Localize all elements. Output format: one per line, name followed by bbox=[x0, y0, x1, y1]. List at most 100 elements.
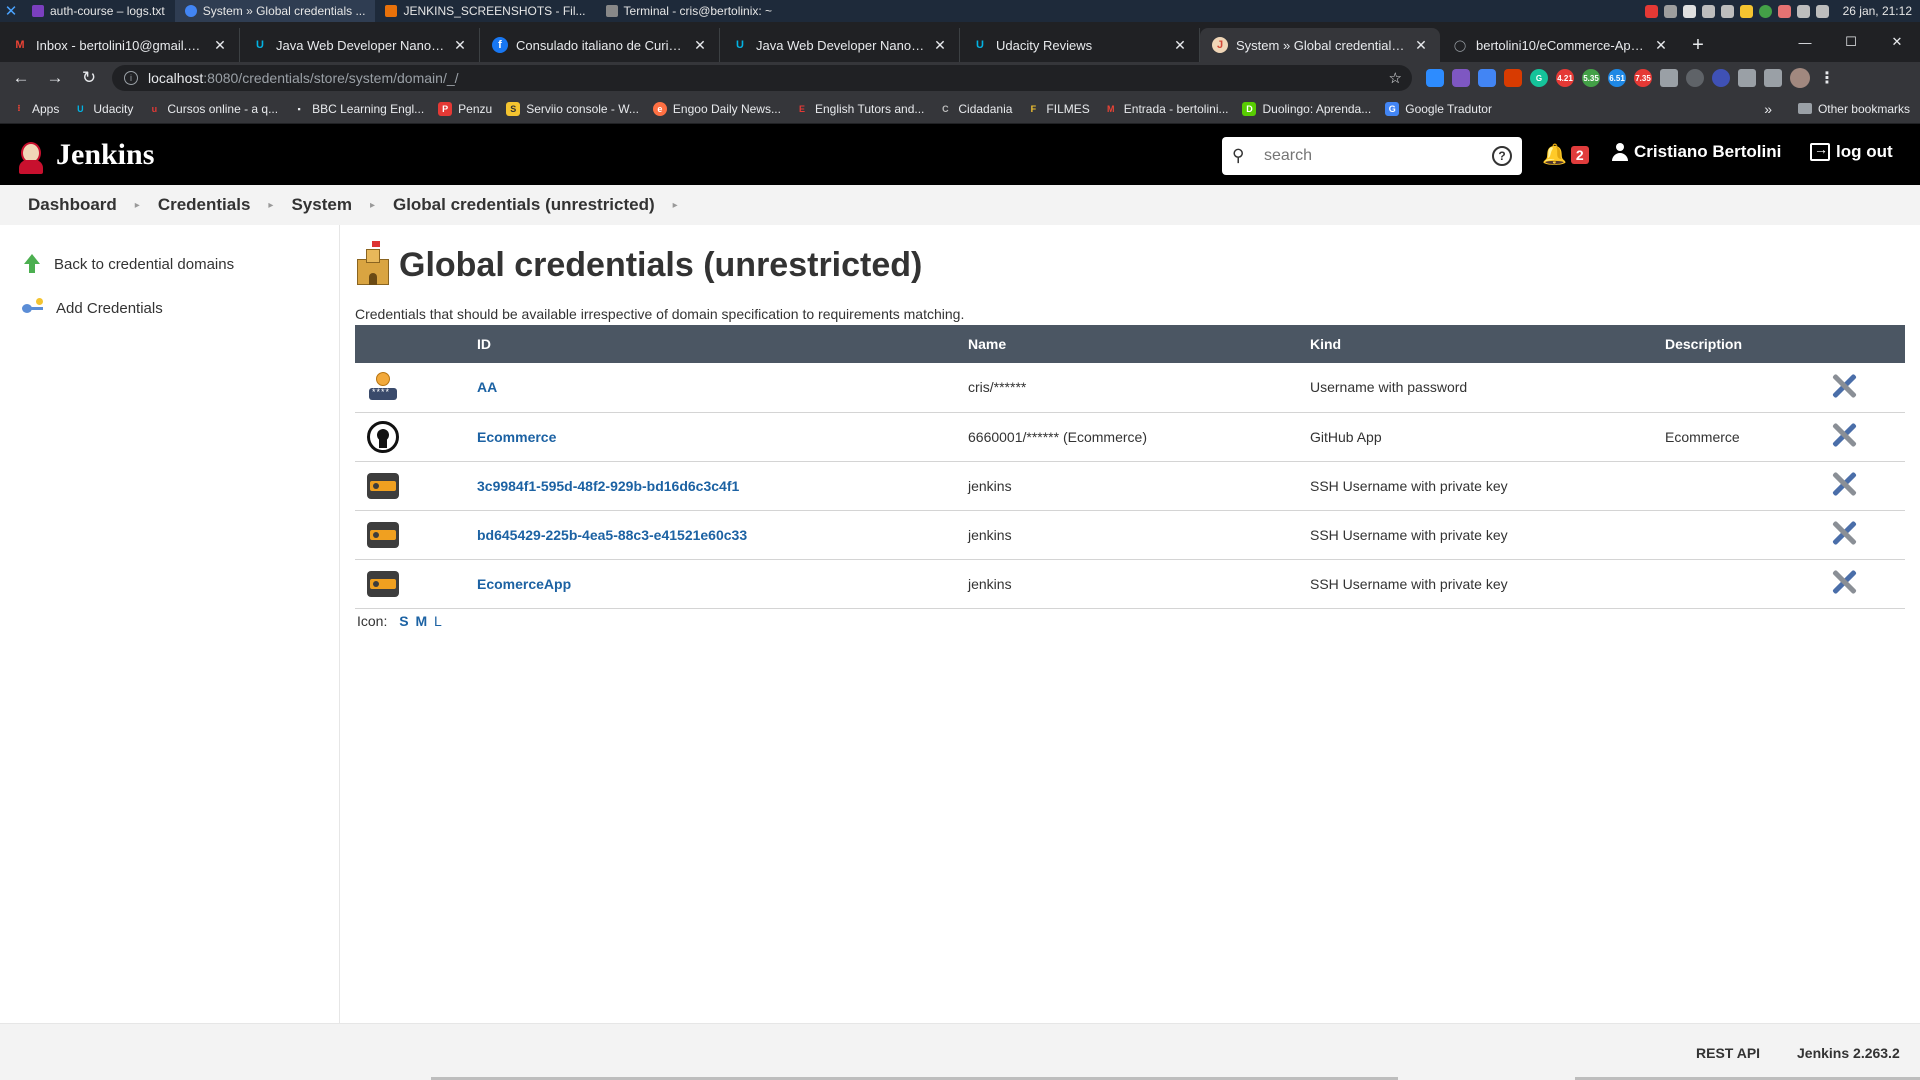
translate-icon[interactable] bbox=[1478, 69, 1496, 87]
breadcrumb-global-credentials[interactable]: Global credentials (unrestricted) bbox=[393, 195, 655, 215]
os-task-0[interactable]: auth-course – logs.txt bbox=[22, 0, 175, 22]
close-icon[interactable]: ✕ bbox=[1173, 37, 1187, 54]
clock[interactable]: 26 jan, 21:12 bbox=[1843, 4, 1912, 18]
col-kind[interactable]: Kind bbox=[1310, 325, 1665, 363]
bookmark-udacity[interactable]: U Udacity bbox=[73, 102, 133, 116]
bookmark-cidadania[interactable]: C Cidadania bbox=[938, 102, 1012, 116]
breadcrumb-credentials[interactable]: Credentials bbox=[158, 195, 251, 215]
os-task-2[interactable]: JENKINS_SCREENSHOTS - Fil... bbox=[375, 0, 595, 22]
check-icon[interactable] bbox=[1758, 4, 1772, 18]
pen-icon[interactable] bbox=[1452, 69, 1470, 87]
bookmark-engoo[interactable]: e Engoo Daily News... bbox=[652, 101, 781, 116]
icon-size-small[interactable]: S bbox=[399, 613, 408, 629]
transfer-icon[interactable] bbox=[1720, 4, 1734, 18]
rating-icon[interactable]: 4.21 bbox=[1556, 69, 1574, 87]
bookmark-penzu[interactable]: P Penzu bbox=[438, 101, 492, 116]
col-description[interactable]: Description bbox=[1665, 325, 1825, 363]
close-icon[interactable]: ✕ bbox=[453, 37, 467, 54]
volume-icon[interactable] bbox=[1796, 4, 1810, 18]
site-info-icon[interactable]: i bbox=[124, 71, 138, 85]
app-menu-icon[interactable]: ✕ bbox=[0, 2, 22, 20]
os-task-3[interactable]: Terminal - cris@bertolinix: ~ bbox=[596, 0, 783, 22]
kebab-menu-icon[interactable]: ⋮ bbox=[1818, 69, 1836, 87]
user-menu[interactable]: Cristiano Bertolini bbox=[1612, 142, 1781, 162]
zoom-icon[interactable] bbox=[1426, 69, 1444, 87]
chevron-right-icon[interactable]: ▸ bbox=[370, 200, 375, 211]
close-icon[interactable]: ✕ bbox=[213, 37, 227, 54]
bookmark-serviio[interactable]: S Serviio console - W... bbox=[506, 101, 639, 116]
settings-icon[interactable] bbox=[1777, 4, 1791, 18]
back-to-domains-link[interactable]: Back to credential domains bbox=[22, 253, 234, 275]
bookmark-cursos[interactable]: u Cursos online - a q... bbox=[147, 102, 278, 116]
close-icon[interactable]: ✕ bbox=[933, 37, 947, 54]
antenna-icon[interactable] bbox=[1686, 69, 1704, 87]
bookmark-star-icon[interactable]: ☆ bbox=[1389, 69, 1402, 87]
mic-icon[interactable] bbox=[1663, 4, 1677, 18]
bookmark-filmes[interactable]: F FILMES bbox=[1026, 102, 1090, 116]
rating-icon[interactable]: 5.35 bbox=[1582, 69, 1600, 87]
icon-size-medium[interactable]: M bbox=[415, 613, 427, 629]
address-bar[interactable]: i localhost :8080/credentials/store/syst… bbox=[112, 65, 1412, 91]
col-name[interactable]: Name bbox=[968, 325, 1310, 363]
tab-github[interactable]: ◯ bertolini10/eCommerce-Application ✕ bbox=[1440, 28, 1680, 62]
grammarly-icon[interactable]: G bbox=[1530, 69, 1548, 87]
breadcrumb-dashboard[interactable]: Dashboard bbox=[28, 195, 117, 215]
configure-tools-icon[interactable] bbox=[1830, 519, 1858, 547]
credential-id-link[interactable]: bd645429-225b-4ea5-88c3-e41521e60c33 bbox=[477, 527, 747, 543]
bookmark-english-tutors[interactable]: E English Tutors and... bbox=[795, 102, 924, 116]
back-arrow-icon[interactable]: ← bbox=[4, 62, 38, 94]
battery-icon[interactable] bbox=[1815, 4, 1829, 18]
shield-icon[interactable] bbox=[1644, 4, 1658, 18]
new-tab-button[interactable]: + bbox=[1680, 28, 1716, 62]
maximize-icon[interactable]: ☐ bbox=[1828, 22, 1874, 62]
bookmark-google-tradutor[interactable]: G Google Tradutor bbox=[1385, 101, 1492, 116]
chevron-right-icon[interactable]: ▸ bbox=[673, 200, 678, 211]
close-window-icon[interactable]: ✕ bbox=[1874, 22, 1920, 62]
configure-tools-icon[interactable] bbox=[1830, 568, 1858, 596]
search-input[interactable] bbox=[1264, 147, 1492, 165]
credential-id-link[interactable]: Ecommerce bbox=[477, 429, 556, 445]
chevron-right-icon[interactable]: ▸ bbox=[268, 200, 273, 211]
credential-id-link[interactable]: EcomerceApp bbox=[477, 576, 571, 592]
tab-consulado[interactable]: f Consulado italiano de Curitiba ✕ bbox=[480, 28, 720, 62]
jenkins-logo[interactable]: Jenkins bbox=[16, 136, 154, 174]
add-credentials-link[interactable]: Add Credentials bbox=[22, 297, 163, 319]
office-icon[interactable] bbox=[1504, 69, 1522, 87]
bookmarks-overflow-button[interactable]: » bbox=[1764, 101, 1772, 117]
reload-icon[interactable]: ↻ bbox=[72, 62, 106, 94]
bookmark-apps[interactable]: ⁝ Apps bbox=[12, 102, 59, 116]
tab-udacity-2[interactable]: U Java Web Developer Nanodegree ✕ bbox=[720, 28, 960, 62]
close-icon[interactable]: ✕ bbox=[1414, 37, 1428, 54]
dropbox-icon[interactable] bbox=[1682, 4, 1696, 18]
close-icon[interactable]: ✕ bbox=[1654, 37, 1668, 54]
monitor-icon[interactable] bbox=[1660, 69, 1678, 87]
configure-tools-icon[interactable] bbox=[1830, 421, 1858, 449]
bookmark-duolingo[interactable]: D Duolingo: Aprenda... bbox=[1242, 101, 1371, 116]
forward-arrow-icon[interactable]: → bbox=[38, 62, 72, 94]
network-icon[interactable] bbox=[1701, 4, 1715, 18]
breadcrumb-system[interactable]: System bbox=[291, 195, 351, 215]
puzzle-icon[interactable] bbox=[1738, 69, 1756, 87]
logout-link[interactable]: log out bbox=[1810, 141, 1893, 162]
tab-udacity-1[interactable]: U Java Web Developer Nanodegree ✕ bbox=[240, 28, 480, 62]
rating-icon[interactable]: 6.51 bbox=[1608, 69, 1626, 87]
col-id[interactable]: ID bbox=[477, 325, 968, 363]
close-icon[interactable]: ✕ bbox=[693, 37, 707, 54]
bookmark-entrada[interactable]: M Entrada - bertolini... bbox=[1104, 102, 1228, 116]
media-icon[interactable] bbox=[1764, 69, 1782, 87]
avatar[interactable] bbox=[1790, 68, 1810, 88]
configure-tools-icon[interactable] bbox=[1830, 470, 1858, 498]
minimize-icon[interactable]: — bbox=[1782, 22, 1828, 62]
rating-icon[interactable]: 7.35 bbox=[1634, 69, 1652, 87]
other-bookmarks[interactable]: Other bookmarks bbox=[1797, 102, 1910, 116]
rest-api-link[interactable]: REST API bbox=[1696, 1045, 1760, 1061]
bookmark-bbc[interactable]: ▪ BBC Learning Engl... bbox=[292, 102, 424, 116]
tab-jenkins-active[interactable]: J System » Global credentials (unrestric… bbox=[1200, 28, 1440, 62]
tab-gmail[interactable]: M Inbox - bertolini10@gmail.com ✕ bbox=[0, 28, 240, 62]
configure-tools-icon[interactable] bbox=[1830, 372, 1858, 400]
credential-id-link[interactable]: 3c9984f1-595d-48f2-929b-bd16d6c3c4f1 bbox=[477, 478, 739, 494]
notes-icon[interactable] bbox=[1739, 4, 1753, 18]
notifications[interactable]: 🔔 2 bbox=[1542, 142, 1589, 167]
credential-id-link[interactable]: AA bbox=[477, 379, 497, 395]
gear-icon[interactable] bbox=[1712, 69, 1730, 87]
